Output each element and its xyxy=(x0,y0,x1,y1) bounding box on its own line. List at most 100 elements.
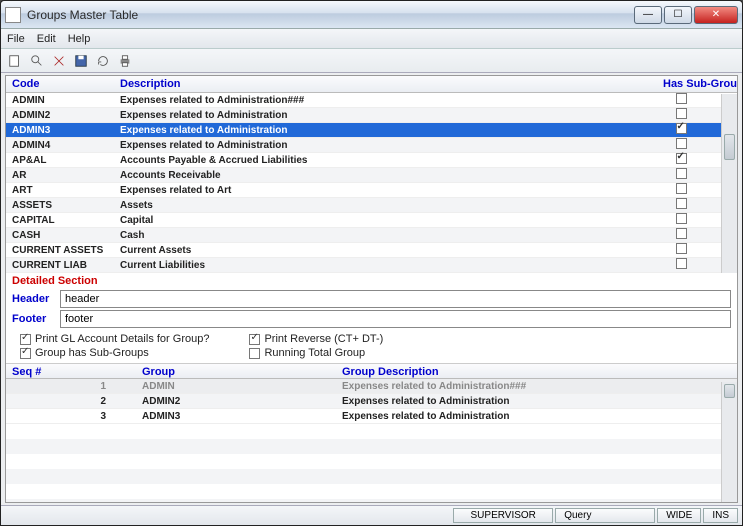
subgrid-filler xyxy=(6,424,737,502)
footer-label: Footer xyxy=(12,313,54,325)
cell-description: Expenses related to Administration xyxy=(114,108,641,123)
subcol-header-gdesc[interactable]: Group Description xyxy=(336,364,721,378)
subcol-header-group[interactable]: Group xyxy=(136,364,336,378)
cell-code: CURRENT LIAB xyxy=(6,258,114,273)
checkbox-icon[interactable] xyxy=(20,348,31,359)
check-running-total[interactable]: Running Total Group xyxy=(249,347,383,359)
checkbox-icon[interactable] xyxy=(676,153,687,164)
menu-edit[interactable]: Edit xyxy=(37,33,56,45)
grid-row[interactable]: ARTExpenses related to Art xyxy=(6,183,737,198)
grid-row[interactable]: CURRENT LIABCurrent Liabilities xyxy=(6,258,737,273)
grid-row[interactable]: ADMINExpenses related to Administration#… xyxy=(6,93,737,108)
cell-code: CURRENT ASSETS xyxy=(6,243,114,258)
titlebar[interactable]: Groups Master Table — ☐ ✕ xyxy=(1,1,742,29)
check-has-sub[interactable]: Group has Sub-Groups xyxy=(20,347,209,359)
grid-row[interactable]: ASSETSAssets xyxy=(6,198,737,213)
maximize-button[interactable]: ☐ xyxy=(664,6,692,24)
cell-has-sub[interactable] xyxy=(641,256,721,274)
subcol-header-seq[interactable]: Seq # xyxy=(6,364,136,378)
col-header-description[interactable]: Description xyxy=(114,76,657,92)
grid-row[interactable]: ADMIN4Expenses related to Administration xyxy=(6,138,737,153)
options-section: Print GL Account Details for Group? Grou… xyxy=(6,329,737,363)
menu-help[interactable]: Help xyxy=(68,33,91,45)
header-input[interactable] xyxy=(60,290,731,308)
checkbox-icon[interactable] xyxy=(676,243,687,254)
statusbar: SUPERVISOR Query WIDE INS xyxy=(1,505,742,525)
tool-refresh-icon[interactable] xyxy=(93,51,113,71)
cell-group: ADMIN2 xyxy=(136,394,336,408)
cell-seq: 1 xyxy=(6,379,136,393)
cell-seq: 2 xyxy=(6,394,136,408)
subgrid-row[interactable]: 1ADMINExpenses related to Administration… xyxy=(6,379,737,394)
groups-grid: Code Description Has Sub-Groups ADMINExp… xyxy=(6,76,737,273)
cell-description: Current Liabilities xyxy=(114,258,641,273)
grid-row[interactable]: ARAccounts Receivable xyxy=(6,168,737,183)
check-print-reverse[interactable]: Print Reverse (CT+ DT-) xyxy=(249,333,383,345)
cell-description: Assets xyxy=(114,198,641,213)
checkbox-icon[interactable] xyxy=(676,138,687,149)
cell-description: Capital xyxy=(114,213,641,228)
footer-input[interactable] xyxy=(60,310,731,328)
cell-gdesc: Expenses related to Administration xyxy=(336,409,721,423)
cell-gdesc: Expenses related to Administration### xyxy=(336,379,721,393)
cell-gdesc: Expenses related to Administration xyxy=(336,394,721,408)
checkbox-icon[interactable] xyxy=(676,213,687,224)
scrollbar-thumb[interactable] xyxy=(724,384,735,398)
grid-row[interactable]: CASHCash xyxy=(6,228,737,243)
grid-row[interactable]: CURRENT ASSETSCurrent Assets xyxy=(6,243,737,258)
status-user: SUPERVISOR xyxy=(453,508,553,523)
status-mode: Query xyxy=(555,508,655,523)
subgrid-scrollbar[interactable] xyxy=(721,382,737,502)
checkbox-icon[interactable] xyxy=(249,348,260,359)
status-ins: INS xyxy=(703,508,738,523)
cell-description: Accounts Receivable xyxy=(114,168,641,183)
checkbox-icon[interactable] xyxy=(676,198,687,209)
header-label: Header xyxy=(12,293,54,305)
cell-description: Expenses related to Administration### xyxy=(114,93,641,108)
detailed-section-label: Detailed Section xyxy=(6,273,737,289)
checkbox-icon[interactable] xyxy=(676,258,687,269)
subgroups-grid: Seq # Group Group Description 1ADMINExpe… xyxy=(6,363,737,502)
status-wide: WIDE xyxy=(657,508,701,523)
checkbox-icon[interactable] xyxy=(249,334,260,345)
minimize-button[interactable]: — xyxy=(634,6,662,24)
tool-save-icon[interactable] xyxy=(71,51,91,71)
checkbox-icon[interactable] xyxy=(676,123,687,134)
checkbox-icon[interactable] xyxy=(676,228,687,239)
subgrid-row[interactable]: 2ADMIN2Expenses related to Administratio… xyxy=(6,394,737,409)
app-icon xyxy=(5,7,21,23)
scrollbar-thumb[interactable] xyxy=(724,134,735,160)
cell-description: Expenses related to Administration xyxy=(114,123,641,138)
cell-code: ADMIN3 xyxy=(6,123,114,138)
checkbox-icon[interactable] xyxy=(676,108,687,119)
subgrid-row[interactable]: 3ADMIN3Expenses related to Administratio… xyxy=(6,409,737,424)
cell-code: ADMIN2 xyxy=(6,108,114,123)
col-header-has-sub[interactable]: Has Sub-Groups xyxy=(657,76,737,92)
cell-description: Cash xyxy=(114,228,641,243)
checkbox-icon[interactable] xyxy=(676,168,687,179)
tool-search-icon[interactable] xyxy=(27,51,47,71)
tool-print-icon[interactable] xyxy=(115,51,135,71)
close-button[interactable]: ✕ xyxy=(694,6,738,24)
tool-delete-icon[interactable] xyxy=(49,51,69,71)
grid-row[interactable]: ADMIN2Expenses related to Administration xyxy=(6,108,737,123)
checkbox-icon[interactable] xyxy=(20,334,31,345)
tool-new-icon[interactable] xyxy=(5,51,25,71)
grid-row[interactable]: AP&ALAccounts Payable & Accrued Liabilit… xyxy=(6,153,737,168)
menu-file[interactable]: File xyxy=(7,33,25,45)
checkbox-icon[interactable] xyxy=(676,93,687,104)
grid-scrollbar[interactable] xyxy=(721,94,737,273)
checkbox-icon[interactable] xyxy=(676,183,687,194)
app-window: Groups Master Table — ☐ ✕ File Edit Help… xyxy=(0,0,743,526)
subgrid-body[interactable]: 1ADMINExpenses related to Administration… xyxy=(6,379,737,424)
grid-row[interactable]: CAPITALCapital xyxy=(6,213,737,228)
subgrid-header-row: Seq # Group Group Description xyxy=(6,364,737,379)
cell-code: CAPITAL xyxy=(6,213,114,228)
grid-body[interactable]: ADMINExpenses related to Administration#… xyxy=(6,93,737,273)
check-print-gl[interactable]: Print GL Account Details for Group? xyxy=(20,333,209,345)
grid-header-row: Code Description Has Sub-Groups xyxy=(6,76,737,93)
grid-row[interactable]: ADMIN3Expenses related to Administration xyxy=(6,123,737,138)
cell-code: AP&AL xyxy=(6,153,114,168)
cell-description: Expenses related to Art xyxy=(114,183,641,198)
col-header-code[interactable]: Code xyxy=(6,76,114,92)
